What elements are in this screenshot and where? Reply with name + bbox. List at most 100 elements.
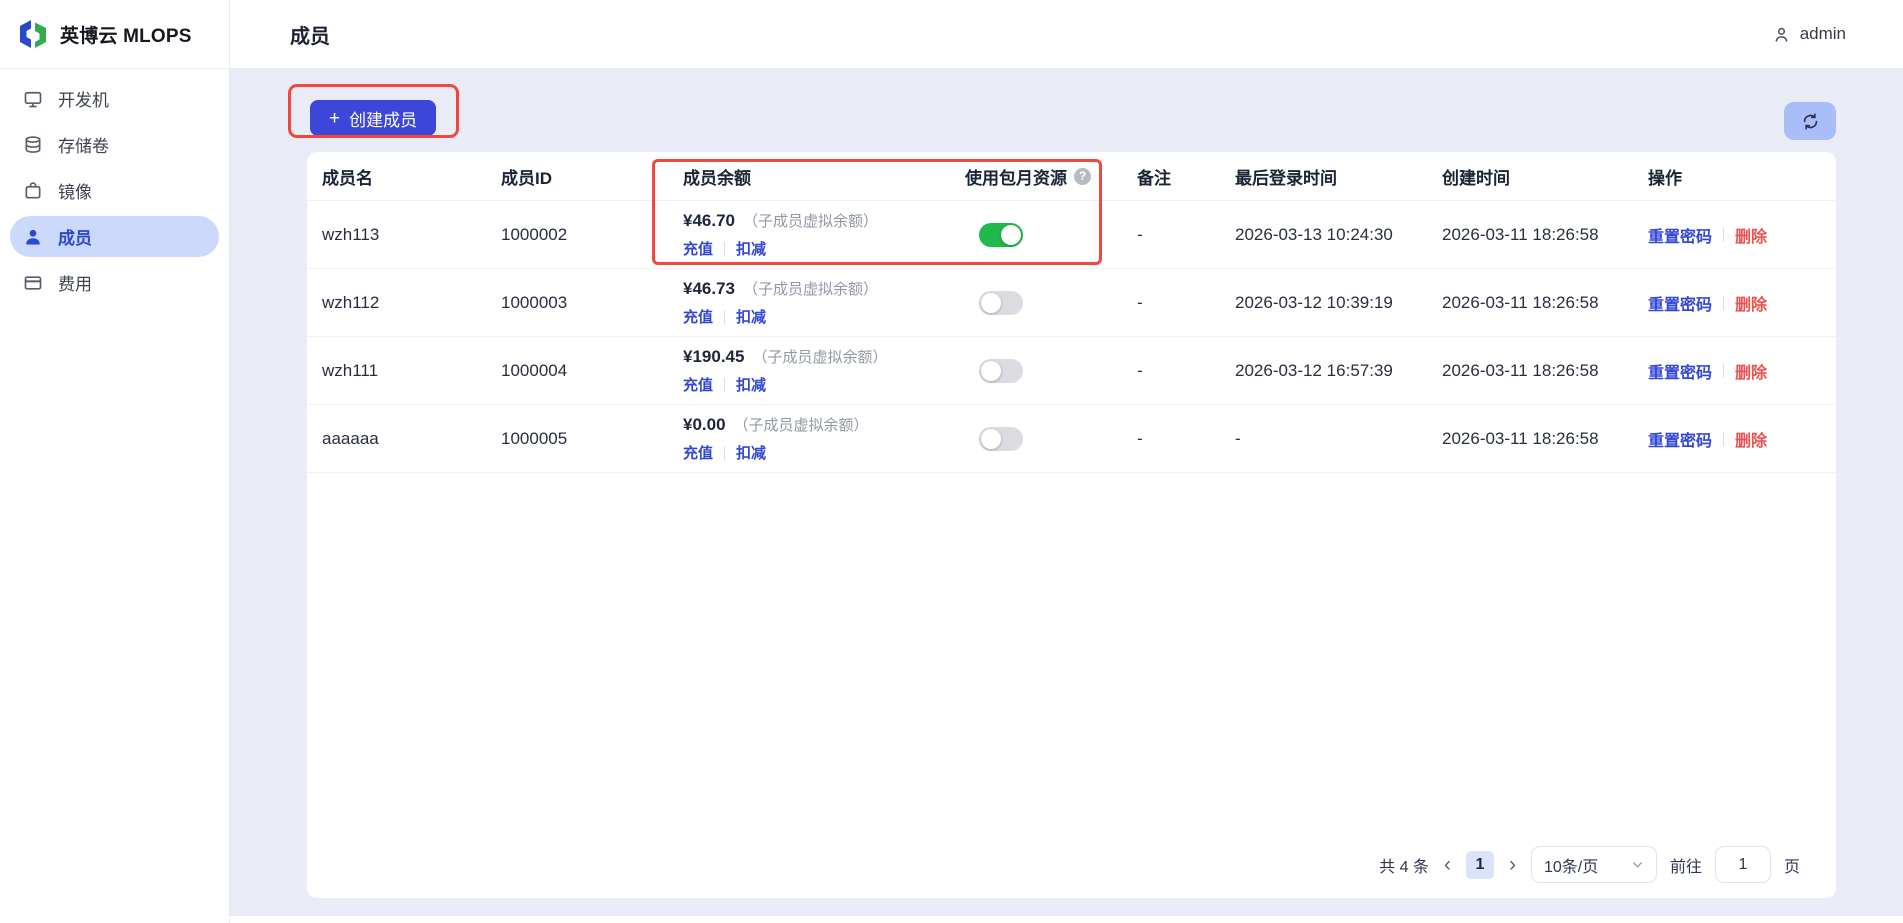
created-time: 2026-03-11 18:26:58 xyxy=(1442,429,1648,449)
divider xyxy=(724,242,725,256)
reset-password-link[interactable]: 重置密码 xyxy=(1648,223,1712,247)
create-member-label: 创建成员 xyxy=(349,106,417,131)
devmachine-icon xyxy=(23,89,43,109)
deduct-link[interactable]: 扣减 xyxy=(736,306,766,327)
pagination: 共 4 条 ‹ 1 › 10条/页 前往 页 xyxy=(1379,846,1800,883)
member-name: wzh113 xyxy=(322,225,501,245)
refresh-icon xyxy=(1801,112,1820,131)
table-row: wzh113 1000002 ¥46.70 （子成员虚拟余额） 充值 扣减 xyxy=(307,201,1836,269)
sidebar-item-devmachine[interactable]: 开发机 xyxy=(10,78,219,119)
reset-password-link[interactable]: 重置密码 xyxy=(1648,359,1712,383)
operations-cell: 重置密码 删除 xyxy=(1648,427,1836,451)
monthly-toggle[interactable] xyxy=(979,291,1023,315)
create-member-button[interactable]: + 创建成员 xyxy=(310,100,436,136)
monthly-cell xyxy=(965,291,1137,315)
prev-page-button[interactable]: ‹ xyxy=(1442,854,1453,875)
deduct-link[interactable]: 扣减 xyxy=(736,442,766,463)
content-area: + 创建成员 成员名 成员ID 成员余额 使用包月资源 ? xyxy=(230,69,1903,923)
storage-icon xyxy=(23,135,43,155)
member-name: wzh112 xyxy=(322,293,501,313)
reset-password-link[interactable]: 重置密码 xyxy=(1648,427,1712,451)
member-id: 1000004 xyxy=(501,361,683,381)
members-table-card: 成员名 成员ID 成员余额 使用包月资源 ? 备注 最后登录时间 创建时间 操作… xyxy=(307,152,1836,898)
column-header-created: 创建时间 xyxy=(1442,164,1648,189)
monthly-toggle[interactable] xyxy=(979,359,1023,383)
delete-link[interactable]: 删除 xyxy=(1735,359,1767,383)
sidebar-item-label: 镜像 xyxy=(58,178,92,203)
refresh-button[interactable] xyxy=(1784,102,1836,140)
member-name: aaaaaa xyxy=(322,429,501,449)
column-header-id: 成员ID xyxy=(501,164,683,189)
sidebar-item-members[interactable]: 成员 xyxy=(10,216,219,257)
balance-amount: ¥46.73 xyxy=(683,279,735,299)
balance-note: （子成员虚拟余额） xyxy=(734,414,869,435)
column-header-remark: 备注 xyxy=(1137,164,1235,189)
table-row: wzh111 1000004 ¥190.45 （子成员虚拟余额） 充值 扣减 xyxy=(307,337,1836,405)
table-header-row: 成员名 成员ID 成员余额 使用包月资源 ? 备注 最后登录时间 创建时间 操作 xyxy=(307,152,1836,201)
sidebar-item-image[interactable]: 镜像 xyxy=(10,170,219,211)
recharge-link[interactable]: 充值 xyxy=(683,238,713,259)
balance-amount: ¥46.70 xyxy=(683,211,735,231)
column-header-operations: 操作 xyxy=(1648,164,1836,189)
goto-label: 前往 xyxy=(1670,853,1702,877)
sidebar-item-storage[interactable]: 存储卷 xyxy=(10,124,219,165)
brand-name: 英博云 MLOPS xyxy=(60,21,192,48)
billing-icon xyxy=(23,273,43,293)
user-menu[interactable]: admin xyxy=(1772,24,1846,44)
page-unit-label: 页 xyxy=(1784,853,1800,877)
monthly-cell xyxy=(965,359,1137,383)
sidebar-item-label: 成员 xyxy=(58,224,92,249)
divider xyxy=(724,310,725,324)
chevron-down-icon xyxy=(1631,858,1644,871)
current-page-button[interactable]: 1 xyxy=(1466,851,1494,879)
monthly-toggle[interactable] xyxy=(979,223,1023,247)
divider xyxy=(1723,228,1724,242)
pagination-total: 共 4 条 xyxy=(1379,853,1429,877)
page-size-value: 10条/页 xyxy=(1544,853,1598,877)
delete-link[interactable]: 删除 xyxy=(1735,427,1767,451)
image-icon xyxy=(23,181,43,201)
brand-logo-row: 英博云 MLOPS xyxy=(0,0,229,69)
sidebar-item-billing[interactable]: 费用 xyxy=(10,262,219,303)
column-header-name: 成员名 xyxy=(322,164,501,189)
bottom-strip xyxy=(230,916,1903,923)
deduct-link[interactable]: 扣减 xyxy=(736,238,766,259)
created-time: 2026-03-11 18:26:58 xyxy=(1442,361,1648,381)
balance-cell: ¥0.00 （子成员虚拟余额） 充值 扣减 xyxy=(683,414,965,463)
page-size-select[interactable]: 10条/页 xyxy=(1531,846,1657,883)
brand-logo-icon xyxy=(17,18,49,50)
balance-cell: ¥46.70 （子成员虚拟余额） 充值 扣减 xyxy=(683,210,965,259)
user-name: admin xyxy=(1800,24,1846,44)
last-login-time: 2026-03-13 10:24:30 xyxy=(1235,225,1442,245)
reset-password-link[interactable]: 重置密码 xyxy=(1648,291,1712,315)
balance-note: （子成员虚拟余额） xyxy=(743,210,878,231)
recharge-link[interactable]: 充值 xyxy=(683,442,713,463)
sidebar-item-label: 费用 xyxy=(58,270,92,295)
divider xyxy=(724,446,725,460)
balance-cell: ¥190.45 （子成员虚拟余额） 充值 扣减 xyxy=(683,346,965,395)
remark: - xyxy=(1137,361,1235,381)
column-header-monthly: 使用包月资源 ? xyxy=(965,164,1137,189)
recharge-link[interactable]: 充值 xyxy=(683,374,713,395)
balance-amount: ¥0.00 xyxy=(683,415,726,435)
divider xyxy=(1723,364,1724,378)
next-page-button[interactable]: › xyxy=(1507,854,1518,875)
topbar: 成员 admin xyxy=(230,0,1903,69)
last-login-time: 2026-03-12 16:57:39 xyxy=(1235,361,1442,381)
last-login-time: 2026-03-12 10:39:19 xyxy=(1235,293,1442,313)
help-icon[interactable]: ? xyxy=(1074,168,1091,185)
created-time: 2026-03-11 18:26:58 xyxy=(1442,293,1648,313)
sidebar-nav: 开发机 存储卷 镜像 成员 xyxy=(0,69,229,312)
deduct-link[interactable]: 扣减 xyxy=(736,374,766,395)
delete-link[interactable]: 删除 xyxy=(1735,223,1767,247)
delete-link[interactable]: 删除 xyxy=(1735,291,1767,315)
user-icon xyxy=(1772,25,1791,44)
column-header-balance: 成员余额 xyxy=(683,164,965,189)
column-header-last-login: 最后登录时间 xyxy=(1235,164,1442,189)
recharge-link[interactable]: 充值 xyxy=(683,306,713,327)
goto-page-input[interactable] xyxy=(1715,846,1771,883)
operations-cell: 重置密码 删除 xyxy=(1648,359,1836,383)
monthly-toggle[interactable] xyxy=(979,427,1023,451)
divider xyxy=(1723,432,1724,446)
monthly-cell xyxy=(965,223,1137,247)
